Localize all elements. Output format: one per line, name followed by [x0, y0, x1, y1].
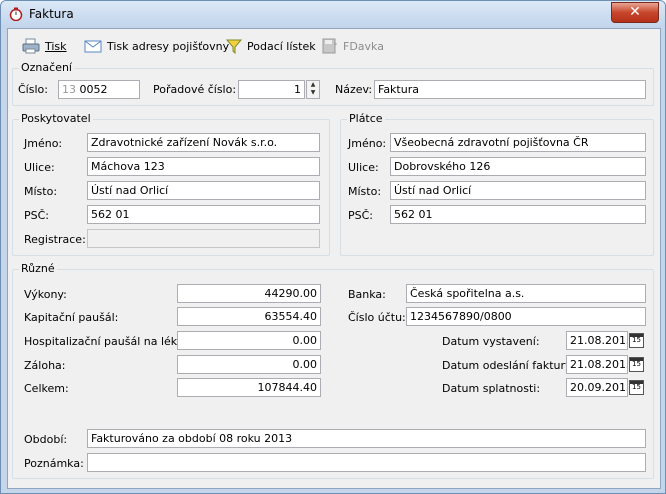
payer-street-field[interactable]: Dobrovského 126 — [390, 157, 646, 176]
services-field[interactable]: 44290.00 — [177, 284, 321, 303]
capitation-label: Kapitační paušál: — [24, 311, 119, 324]
provider-zip-field[interactable]: 562 01 — [87, 205, 320, 224]
total-field[interactable]: 107844.40 — [177, 378, 321, 397]
provider-city-field[interactable]: Ústí nad Orlicí — [87, 181, 320, 200]
provider-registration-label: Registrace: — [24, 233, 86, 246]
bank-field[interactable]: Česká spořitelna a.s. — [406, 284, 646, 303]
due-date-field[interactable]: 20.09.2013 — [566, 378, 628, 397]
order-number-field[interactable]: 1 — [238, 80, 305, 99]
number-label: Číslo: — [18, 83, 48, 96]
window-title: Faktura — [29, 7, 74, 21]
provider-name-field[interactable]: Zdravotnické zařízení Novák s.r.o. — [87, 133, 320, 152]
provider-name-label: Jméno: — [24, 137, 63, 150]
hospitalization-label: Hospitalizační paušál na léky: — [24, 335, 187, 348]
deposit-field[interactable]: 0.00 — [177, 355, 321, 374]
payer-city-label: Místo: — [348, 185, 382, 198]
fdavka-label: FDavka — [343, 39, 384, 53]
provider-street-label: Ulice: — [24, 161, 55, 174]
due-date-label: Datum splatnosti: — [442, 382, 541, 395]
calendar-icon[interactable]: 15 — [629, 333, 644, 348]
print-address-label: Tisk adresy pojišťovny — [107, 39, 230, 53]
issue-date-field[interactable]: 21.08.2013 — [566, 331, 628, 350]
close-button[interactable]: ✕ — [611, 2, 659, 23]
invoice-number-field[interactable]: 13 0052 — [58, 80, 140, 99]
print-button[interactable]: Tisk — [22, 36, 67, 56]
sent-date-field[interactable]: 21.08.2013 — [566, 355, 628, 374]
calendar-icon[interactable]: 15 — [629, 380, 644, 395]
envelope-icon — [84, 40, 102, 53]
calendar-icon[interactable]: 15 — [629, 357, 644, 372]
hospitalization-field[interactable]: 0.00 — [177, 331, 321, 350]
sent-date-label: Datum odeslání faktury: — [442, 359, 575, 372]
provider-zip-label: PSČ: — [24, 209, 50, 222]
submission-slip-label: Podací lístek — [247, 39, 316, 53]
spin-down-icon[interactable]: ▼ — [307, 89, 319, 97]
period-field[interactable]: Fakturováno za období 08 roku 2013 — [87, 429, 646, 448]
title-bar[interactable]: Faktura ✕ — [1, 1, 665, 27]
payer-zip-label: PSČ: — [348, 209, 374, 222]
capitation-field[interactable]: 63554.40 — [177, 307, 321, 326]
group-payer-legend: Plátce — [347, 112, 385, 125]
spin-up-icon[interactable]: ▲ — [307, 81, 319, 89]
payer-city-field[interactable]: Ústí nad Orlicí — [390, 181, 646, 200]
deposit-label: Záloha: — [24, 359, 66, 372]
account-field[interactable]: 1234567890/0800 — [406, 307, 646, 326]
name-field[interactable]: Faktura — [374, 80, 646, 99]
print-address-button[interactable]: Tisk adresy pojišťovny — [84, 36, 229, 56]
bank-label: Banka: — [348, 288, 386, 301]
print-label: Tisk — [45, 39, 67, 53]
order-number-label: Pořadové číslo: — [153, 83, 237, 96]
account-label: Číslo účtu: — [348, 311, 406, 324]
provider-registration-field[interactable] — [87, 229, 320, 248]
payer-street-label: Ulice: — [348, 161, 379, 174]
period-label: Období: — [24, 433, 68, 446]
provider-city-label: Místo: — [24, 185, 58, 198]
number-value: 0052 — [79, 83, 108, 96]
group-misc-legend: Různé — [19, 262, 57, 275]
total-label: Celkem: — [24, 382, 69, 395]
note-label: Poznámka: — [24, 457, 84, 470]
payer-name-field[interactable]: Všeobecná zdravotní pojišťovna ČR — [390, 133, 646, 152]
group-provider-legend: Poskytovatel — [19, 112, 93, 125]
group-designation-legend: Označení — [19, 61, 74, 74]
fdavka-button[interactable]: FDavka — [322, 36, 384, 56]
payer-zip-field[interactable]: 562 01 — [390, 205, 646, 224]
app-icon — [9, 7, 23, 21]
issue-date-label: Datum vystavení: — [442, 335, 540, 348]
floppy-icon — [322, 38, 337, 54]
form-body: Tisk Tisk adresy pojišťovny Podací líste… — [7, 28, 661, 489]
printer-icon — [22, 38, 40, 54]
order-number-spinner[interactable]: ▲ ▼ — [306, 80, 320, 99]
funnel-icon — [226, 39, 242, 54]
payer-name-label: Jméno: — [348, 137, 387, 150]
services-label: Výkony: — [24, 288, 67, 301]
invoice-window: Faktura ✕ Tisk Tisk adresy pojišťovny Po… — [0, 0, 666, 494]
submission-slip-button[interactable]: Podací lístek — [226, 36, 316, 56]
note-field[interactable] — [87, 453, 646, 472]
provider-street-field[interactable]: Máchova 123 — [87, 157, 320, 176]
number-prefix: 13 — [62, 83, 76, 96]
name-label: Název: — [335, 83, 373, 96]
